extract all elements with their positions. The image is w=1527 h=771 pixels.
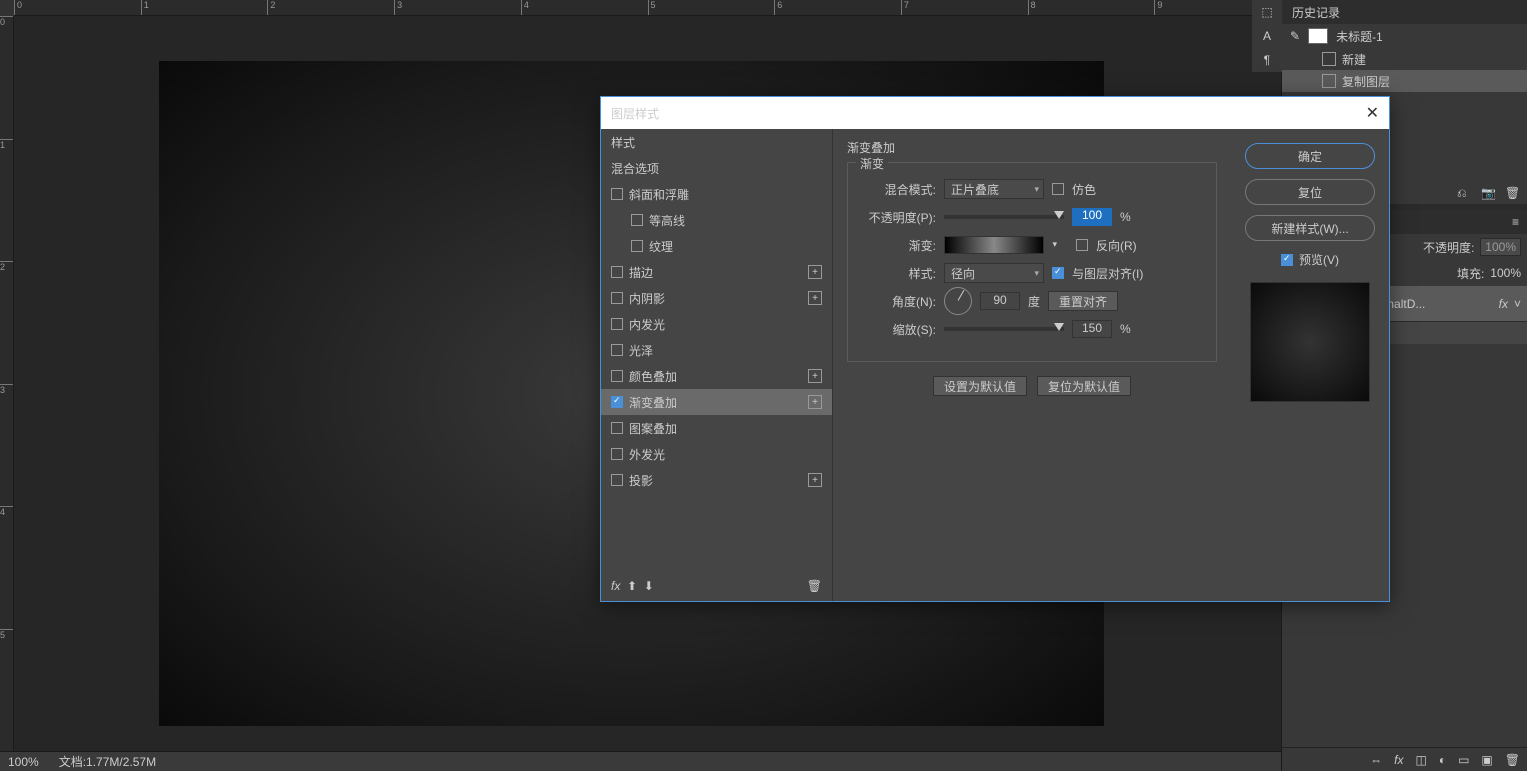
scale-input[interactable]: 150 (1072, 320, 1112, 338)
layers-footer: ⇔ fx ◫ ◐ ▭ ▣ 🗑 (1282, 747, 1527, 771)
preview-thumbnail (1250, 282, 1370, 402)
history-item-copy-layer[interactable]: 复制图层 (1282, 70, 1527, 92)
style-inner-glow-check[interactable] (611, 318, 623, 330)
fieldset-legend: 渐变 (856, 155, 888, 172)
style-pattern-overlay[interactable]: 图案叠加 (601, 415, 832, 441)
style-outer-glow[interactable]: 外发光 (601, 441, 832, 467)
style-satin-check[interactable] (611, 344, 623, 356)
fill-value[interactable]: 100% (1490, 266, 1521, 280)
opacity-value[interactable]: 100% (1480, 238, 1521, 256)
blend-mode-select[interactable]: 正片叠底 (944, 179, 1044, 199)
dither-check[interactable] (1052, 183, 1064, 195)
fx-menu-icon[interactable]: fx (611, 579, 620, 593)
dialog-titlebar[interactable]: 图层样式 ✕ (601, 97, 1389, 129)
ok-button[interactable]: 确定 (1245, 143, 1375, 169)
new-style-button[interactable]: 新建样式(W)... (1245, 215, 1375, 241)
dialog-title: 图层样式 (611, 105, 659, 122)
brush-icon: ✎ (1290, 29, 1300, 43)
preview-check[interactable] (1281, 254, 1293, 266)
style-stroke[interactable]: 描边+ (601, 259, 832, 285)
style-bevel[interactable]: 斜面和浮雕 (601, 181, 832, 207)
style-texture-check[interactable] (631, 240, 643, 252)
trash-icon[interactable]: 🗑 (1505, 186, 1519, 200)
add-stroke-icon[interactable]: + (808, 265, 822, 279)
add-gradient-overlay-icon[interactable]: + (808, 395, 822, 409)
style-gradient-overlay-check[interactable] (611, 396, 623, 408)
history-panel-tab[interactable]: 历史记录 (1282, 0, 1527, 24)
angle-dial[interactable] (944, 287, 972, 315)
make-default-button[interactable]: 设置为默认值 (933, 376, 1027, 396)
style-pattern-overlay-check[interactable] (611, 422, 623, 434)
cancel-button[interactable]: 复位 (1245, 179, 1375, 205)
angle-input[interactable]: 90 (980, 292, 1020, 310)
trash-icon[interactable]: 🗑 (807, 579, 822, 593)
doc-size: 文档:1.77M/2.57M (59, 753, 156, 770)
blend-options-header[interactable]: 混合选项 (601, 155, 832, 181)
panel-menu-icon[interactable]: ≡ (1512, 215, 1519, 229)
new-layer-icon[interactable]: ▣ (1481, 753, 1492, 767)
character-icon[interactable]: A (1252, 24, 1282, 48)
fx-badge[interactable]: fx (1499, 297, 1508, 311)
add-drop-shadow-icon[interactable]: + (808, 473, 822, 487)
gradient-overlay-settings: 渐变叠加 渐变 混合模式: 正片叠底 仿色 不透明度(P): 100 % 渐变: (833, 129, 1231, 601)
fx-icon[interactable]: fx (1394, 753, 1403, 767)
move-up-icon[interactable]: ⬆ (627, 579, 637, 593)
add-inner-shadow-icon[interactable]: + (808, 291, 822, 305)
style-outer-glow-check[interactable] (611, 448, 623, 460)
style-color-overlay[interactable]: 颜色叠加+ (601, 363, 832, 389)
style-contour[interactable]: 等高线 (601, 207, 832, 233)
opacity-slider[interactable] (944, 215, 1064, 219)
trash-icon[interactable]: 🗑 (1505, 753, 1520, 767)
cube-icon[interactable]: ⬚ (1252, 0, 1282, 24)
style-drop-shadow-check[interactable] (611, 474, 623, 486)
align-layer-check[interactable] (1052, 267, 1064, 279)
style-texture[interactable]: 纹理 (601, 233, 832, 259)
style-drop-shadow[interactable]: 投影+ (601, 467, 832, 493)
reset-align-button[interactable]: 重置对齐 (1048, 291, 1118, 311)
gradient-picker[interactable] (944, 236, 1044, 254)
history-snapshot[interactable]: ✎ 未标题-1 (1282, 24, 1527, 48)
page-icon (1322, 74, 1336, 88)
fill-label: 填充: (1457, 265, 1484, 282)
scale-slider[interactable] (944, 327, 1064, 331)
link-icon[interactable]: ⇔ (1370, 753, 1382, 767)
snapshot-thumb (1308, 28, 1328, 44)
mask-add-icon[interactable]: ◫ (1415, 753, 1426, 767)
page-icon (1322, 52, 1336, 66)
status-bar: 100% 文档:1.77M/2.57M (0, 751, 1281, 771)
camera-icon[interactable]: 📷 (1481, 186, 1495, 200)
style-inner-shadow[interactable]: 内阴影+ (601, 285, 832, 311)
dialog-buttons: 确定 复位 新建样式(W)... 预览(V) (1231, 129, 1389, 601)
style-color-overlay-check[interactable] (611, 370, 623, 382)
opacity-input[interactable]: 100 (1072, 208, 1112, 226)
close-icon[interactable]: ✕ (1366, 103, 1379, 123)
section-title: 渐变叠加 (847, 139, 1217, 156)
history-item-new[interactable]: 新建 (1282, 48, 1527, 70)
folder-icon[interactable]: ▭ (1458, 753, 1469, 767)
adjustment-icon[interactable]: ◐ (1439, 753, 1446, 767)
reverse-check[interactable] (1076, 239, 1088, 251)
style-inner-glow[interactable]: 内发光 (601, 311, 832, 337)
add-color-overlay-icon[interactable]: + (808, 369, 822, 383)
style-bevel-check[interactable] (611, 188, 623, 200)
gradient-style-select[interactable]: 径向 (944, 263, 1044, 283)
style-inner-shadow-check[interactable] (611, 292, 623, 304)
reset-default-button[interactable]: 复位为默认值 (1037, 376, 1131, 396)
styles-header[interactable]: 样式 (601, 129, 832, 155)
opacity-label: 不透明度: (1423, 239, 1474, 256)
styles-list: 样式 混合选项 斜面和浮雕 等高线 纹理 描边+ 内阴影+ 内发光 光泽 颜色叠… (601, 129, 833, 601)
move-down-icon[interactable]: ⬇ (644, 579, 654, 593)
zoom-level[interactable]: 100% (8, 755, 39, 769)
style-stroke-check[interactable] (611, 266, 623, 278)
style-satin[interactable]: 光泽 (601, 337, 832, 363)
layer-style-dialog: 图层样式 ✕ 样式 混合选项 斜面和浮雕 等高线 纹理 描边+ 内阴影+ 内发光… (600, 96, 1390, 602)
snapshot-name: 未标题-1 (1336, 28, 1383, 45)
paragraph-icon[interactable]: ¶ (1252, 48, 1282, 72)
chevron-down-icon[interactable]: ˅ (1514, 297, 1521, 311)
link-fx-icon[interactable]: ⎌ (1457, 186, 1471, 200)
style-gradient-overlay[interactable]: 渐变叠加+ (601, 389, 832, 415)
style-contour-check[interactable] (631, 214, 643, 226)
ruler-horizontal: 0123456789 (14, 0, 1281, 16)
ruler-vertical: 012345 (0, 16, 14, 751)
